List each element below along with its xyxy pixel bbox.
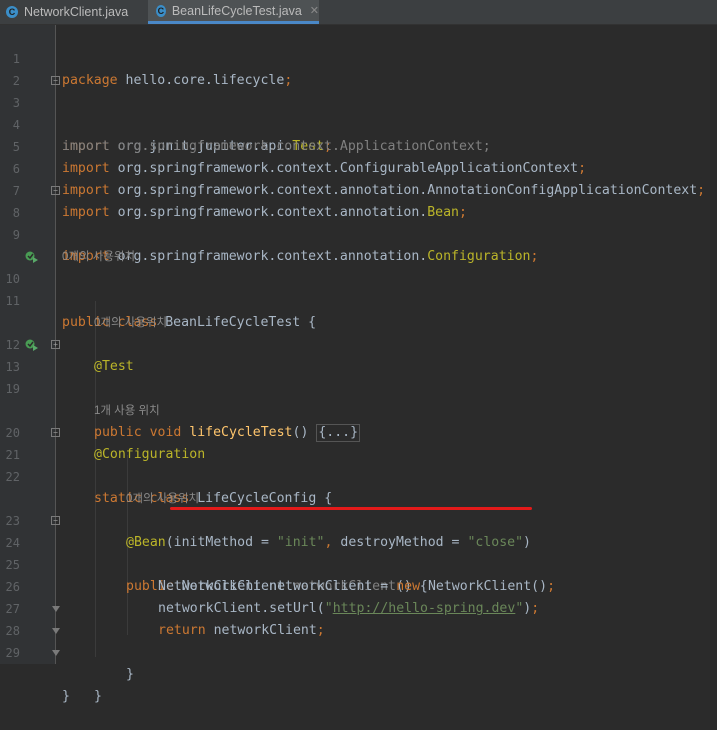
code-line-2: 2 xyxy=(0,48,717,88)
class-icon: C xyxy=(6,6,18,18)
code-line-29: 29 } xyxy=(0,620,717,704)
fold-end-icon[interactable] xyxy=(52,628,60,634)
fold-end-icon[interactable] xyxy=(52,606,60,612)
code-line-26: 26 networkClient.setUrl("http://hello-sp… xyxy=(0,554,717,616)
fold-icon[interactable]: − xyxy=(51,516,60,525)
code-line-25: 25 NetworkClient networkClient = new Net… xyxy=(0,532,717,594)
fold-icon[interactable]: − xyxy=(51,186,60,195)
code-line-22: 22 xyxy=(0,444,717,484)
code-line-4: 4 import org.springframework.context.App… xyxy=(0,92,717,154)
code-line-28: 28 } xyxy=(0,598,717,682)
usage-hint-row: 0개의 사용위치 xyxy=(0,466,717,505)
code-line-11: 11 xyxy=(0,268,717,308)
class-icon: C xyxy=(156,4,166,17)
tab-label: NetworkClient.java xyxy=(24,5,129,19)
fold-end-icon[interactable] xyxy=(52,650,60,656)
code-line-8: 8 − import org.springframework.context.a… xyxy=(0,180,717,264)
code-line-1: 1 package hello.core.lifecycle; xyxy=(0,26,717,88)
code-line-27: 27 return networkClient; xyxy=(0,576,717,638)
code-line-7: 7 import org.springframework.context.ann… xyxy=(0,158,717,220)
expand-icon[interactable]: + xyxy=(51,340,60,349)
code-editor[interactable]: 1 package hello.core.lifecycle; 2 3 − im… xyxy=(0,25,717,704)
close-icon[interactable]: ✕ xyxy=(310,4,319,17)
code-line-20: 20 @Configuration xyxy=(0,400,717,462)
tab-networkclient[interactable]: C NetworkClient.java xyxy=(0,0,146,24)
closing-brace: } xyxy=(126,667,134,682)
code-line-12: 12 @Test xyxy=(0,312,717,374)
code-line-13: 13 + public void lifeCycleTest() {...} xyxy=(0,334,717,442)
closing-brace: } xyxy=(94,689,102,704)
code-line-19: 19 xyxy=(0,356,717,396)
code-line-9: 9 xyxy=(0,202,717,242)
run-test-icon[interactable] xyxy=(25,250,39,264)
code-line-6: 6 import org.springframework.context.ann… xyxy=(0,136,717,198)
usage-hint-row: 0개의 사용위치 xyxy=(0,224,717,263)
code-line-24: 24 − public NetworkClient networkClient(… xyxy=(0,510,717,594)
editor-tab-bar: C NetworkClient.java C BeanLifeCycleTest… xyxy=(0,0,717,25)
fold-icon[interactable]: − xyxy=(51,428,60,437)
code-line-5: 5 import org.springframework.context.Con… xyxy=(0,114,717,176)
fold-icon[interactable]: − xyxy=(51,76,60,85)
code-line-10: 10 public class BeanLifeCycleTest { xyxy=(0,246,717,330)
code-line-21: 21 − static class LifeCycleConfig { xyxy=(0,422,717,506)
usage-hint-row: 0개의 사용위치 xyxy=(0,290,717,329)
usage-hint-row: 1개 사용 위치 xyxy=(0,378,717,417)
code-line-3: 3 − import org.junit.jupiter.api.Test; xyxy=(0,70,717,154)
code-line-30: } xyxy=(0,642,717,704)
tab-beanlifecycletest[interactable]: C BeanLifeCycleTest.java ✕ xyxy=(148,0,319,24)
closing-brace: } xyxy=(62,689,70,704)
run-test-icon[interactable] xyxy=(25,338,39,352)
tab-label: BeanLifeCycleTest.java xyxy=(171,3,302,18)
